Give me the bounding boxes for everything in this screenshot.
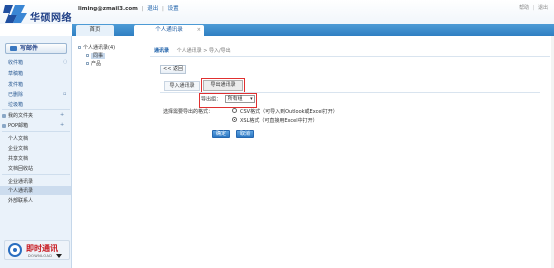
tree-root[interactable]: 个人通讯录(4) <box>78 44 115 51</box>
sidebar-item-label: 垃圾箱 <box>8 102 24 108</box>
sidebar-item-deleted[interactable]: 已删除 ▫ <box>8 91 66 98</box>
account-bar: liming@zmail3.com | 退出 | 设置 <box>78 4 179 12</box>
export-group-row: 导出组： 所有组 ▾ <box>199 93 257 108</box>
logout-link[interactable]: 退出 <box>538 5 548 11</box>
top-header: 华硕网络 liming@zmail3.com | 退出 | 设置 帮助 | 退出 <box>0 0 554 24</box>
chevron-down-icon: ▾ <box>250 96 253 102</box>
help-link[interactable]: 帮助 <box>519 5 529 11</box>
sidebar-item-label: 企业文档 <box>8 146 29 152</box>
sidebar-item-label: 草稿箱 <box>8 71 24 77</box>
refresh-icon[interactable]: ◌ <box>63 59 67 65</box>
sidebar-item-personal-docs[interactable]: 个人文档 <box>8 135 28 142</box>
tab-strip: 首页 个人通讯录 × <box>72 24 554 36</box>
sidebar-item-company-docs[interactable]: 企业文档 <box>8 145 28 152</box>
sidebar: 写邮件 收件箱 ◌ 草稿箱 发件箱 已删除 ▫ 垃圾箱 我的文件夹 + POP邮… <box>0 36 72 268</box>
logo-icon <box>3 5 27 23</box>
close-icon[interactable]: × <box>197 25 201 36</box>
envelope-icon <box>10 46 17 51</box>
account-email: liming@zmail3.com <box>78 6 138 12</box>
cancel-button[interactable]: 取消 <box>236 130 254 138</box>
download-arrow-icon <box>56 254 62 258</box>
format-prompt: 选择需要导出的格式： <box>163 109 214 115</box>
im-download-promo[interactable]: 即时通讯 DOWNLOAD <box>4 240 70 260</box>
tree-item-products[interactable]: 产品 <box>86 60 101 67</box>
sidebar-item-company-contacts[interactable]: 企业通讯录 <box>8 178 33 185</box>
sidebar-group-label: POP邮箱 <box>8 123 28 129</box>
divider <box>2 131 70 132</box>
tree-item-label: 产品 <box>91 61 102 67</box>
export-contacts-tab[interactable]: 导出通讯录 <box>201 78 245 93</box>
import-contacts-tab[interactable]: 导入通讯录 <box>164 81 200 91</box>
separator: | <box>532 5 535 11</box>
sidebar-item-drafts[interactable]: 草稿箱 <box>8 70 23 77</box>
export-group-value: 所有组 <box>227 96 243 102</box>
breadcrumb-head: 通讯录 <box>154 48 170 54</box>
sidebar-item-label: 企业通讯录 <box>8 179 34 185</box>
sidebar-item-inbox[interactable]: 收件箱 ◌ <box>8 59 67 66</box>
separator: | <box>141 6 144 12</box>
sidebar-item-label: 已删除 <box>8 92 24 98</box>
tab-home-label: 首页 <box>89 27 101 33</box>
promo-title: 即时通讯 <box>26 244 58 253</box>
folder-icon <box>2 113 6 118</box>
write-mail-label: 写邮件 <box>20 45 39 52</box>
radio-xsl[interactable] <box>232 117 237 122</box>
divider <box>150 56 550 57</box>
divider <box>2 109 70 110</box>
back-button[interactable]: << 返回 <box>160 65 186 74</box>
separator: | <box>161 6 164 12</box>
logo[interactable]: 华硕网络 <box>3 3 75 25</box>
radio-csv[interactable] <box>232 108 237 113</box>
sidebar-item-shared-docs[interactable]: 共享文档 <box>8 155 28 162</box>
brand-name: 华硕网络 <box>30 13 72 24</box>
format-option-xsl: XSL格式（可直接用Excel中打开） <box>240 118 318 124</box>
format-option-csv: CSV格式（可导入到Outlook或Excel打开） <box>240 109 338 115</box>
add-pop-icon[interactable]: + <box>60 122 64 128</box>
add-folder-icon[interactable]: + <box>60 112 64 118</box>
sidebar-item-label: 文档回收站 <box>8 166 34 172</box>
group-icon <box>86 54 89 57</box>
sidebar-item-label: 外部联系人 <box>8 198 34 204</box>
sidebar-group-my-folders[interactable]: 我的文件夹 + <box>2 112 64 119</box>
tree-root-label: 个人通讯录(4) <box>83 45 116 51</box>
empty-trash-icon[interactable]: ▫ <box>63 91 66 97</box>
sidebar-item-sent[interactable]: 发件箱 <box>8 81 23 88</box>
sidebar-item-label: 发件箱 <box>8 82 24 88</box>
sidebar-group-pop[interactable]: POP邮箱 + <box>2 122 64 129</box>
pop-mail-icon <box>2 123 6 128</box>
tab-home[interactable]: 首页 <box>76 25 114 36</box>
exit-link[interactable]: 退出 <box>147 6 158 12</box>
im-logo-icon <box>8 243 22 257</box>
collapse-icon[interactable] <box>78 46 81 49</box>
export-group-select[interactable]: 所有组 ▾ <box>224 95 255 103</box>
tab-personal-contacts[interactable]: 个人通讯录 × <box>134 25 204 36</box>
sidebar-item-label: 共享文档 <box>8 156 29 162</box>
divider <box>160 92 540 93</box>
tab-personal-contacts-label: 个人通讯录 <box>155 27 183 33</box>
sidebar-item-label: 个人通讯录 <box>8 188 34 194</box>
top-right-links: 帮助 | 退出 <box>519 4 548 11</box>
export-group-label: 导出组： <box>201 96 222 103</box>
contact-group-tree: 个人通讯录(4) 同事 产品 <box>74 40 146 100</box>
divider <box>2 174 70 175</box>
group-icon <box>86 62 89 65</box>
ok-button[interactable]: 确定 <box>212 130 230 138</box>
tree-item-label: 同事 <box>91 53 106 59</box>
tree-item-colleagues[interactable]: 同事 <box>86 52 106 59</box>
sidebar-item-spam[interactable]: 垃圾箱 <box>8 101 23 108</box>
breadcrumb: 通讯录 个人通讯录 > 导入/导出 <box>154 47 231 54</box>
breadcrumb-path: 个人通讯录 > 导入/导出 <box>176 48 231 54</box>
sidebar-item-external-contacts[interactable]: 外部联系人 <box>8 197 33 204</box>
sidebar-item-label: 个人文档 <box>8 136 29 142</box>
promo-subtitle: DOWNLOAD <box>28 254 53 258</box>
sidebar-group-label: 我的文件夹 <box>8 113 34 119</box>
sidebar-item-label: 收件箱 <box>8 60 24 66</box>
settings-link[interactable]: 设置 <box>168 6 179 12</box>
write-mail-button[interactable]: 写邮件 <box>5 43 67 54</box>
sidebar-item-doc-trash[interactable]: 文档回收站 <box>8 165 33 172</box>
sidebar-item-personal-contacts[interactable]: 个人通讯录 <box>8 187 33 194</box>
